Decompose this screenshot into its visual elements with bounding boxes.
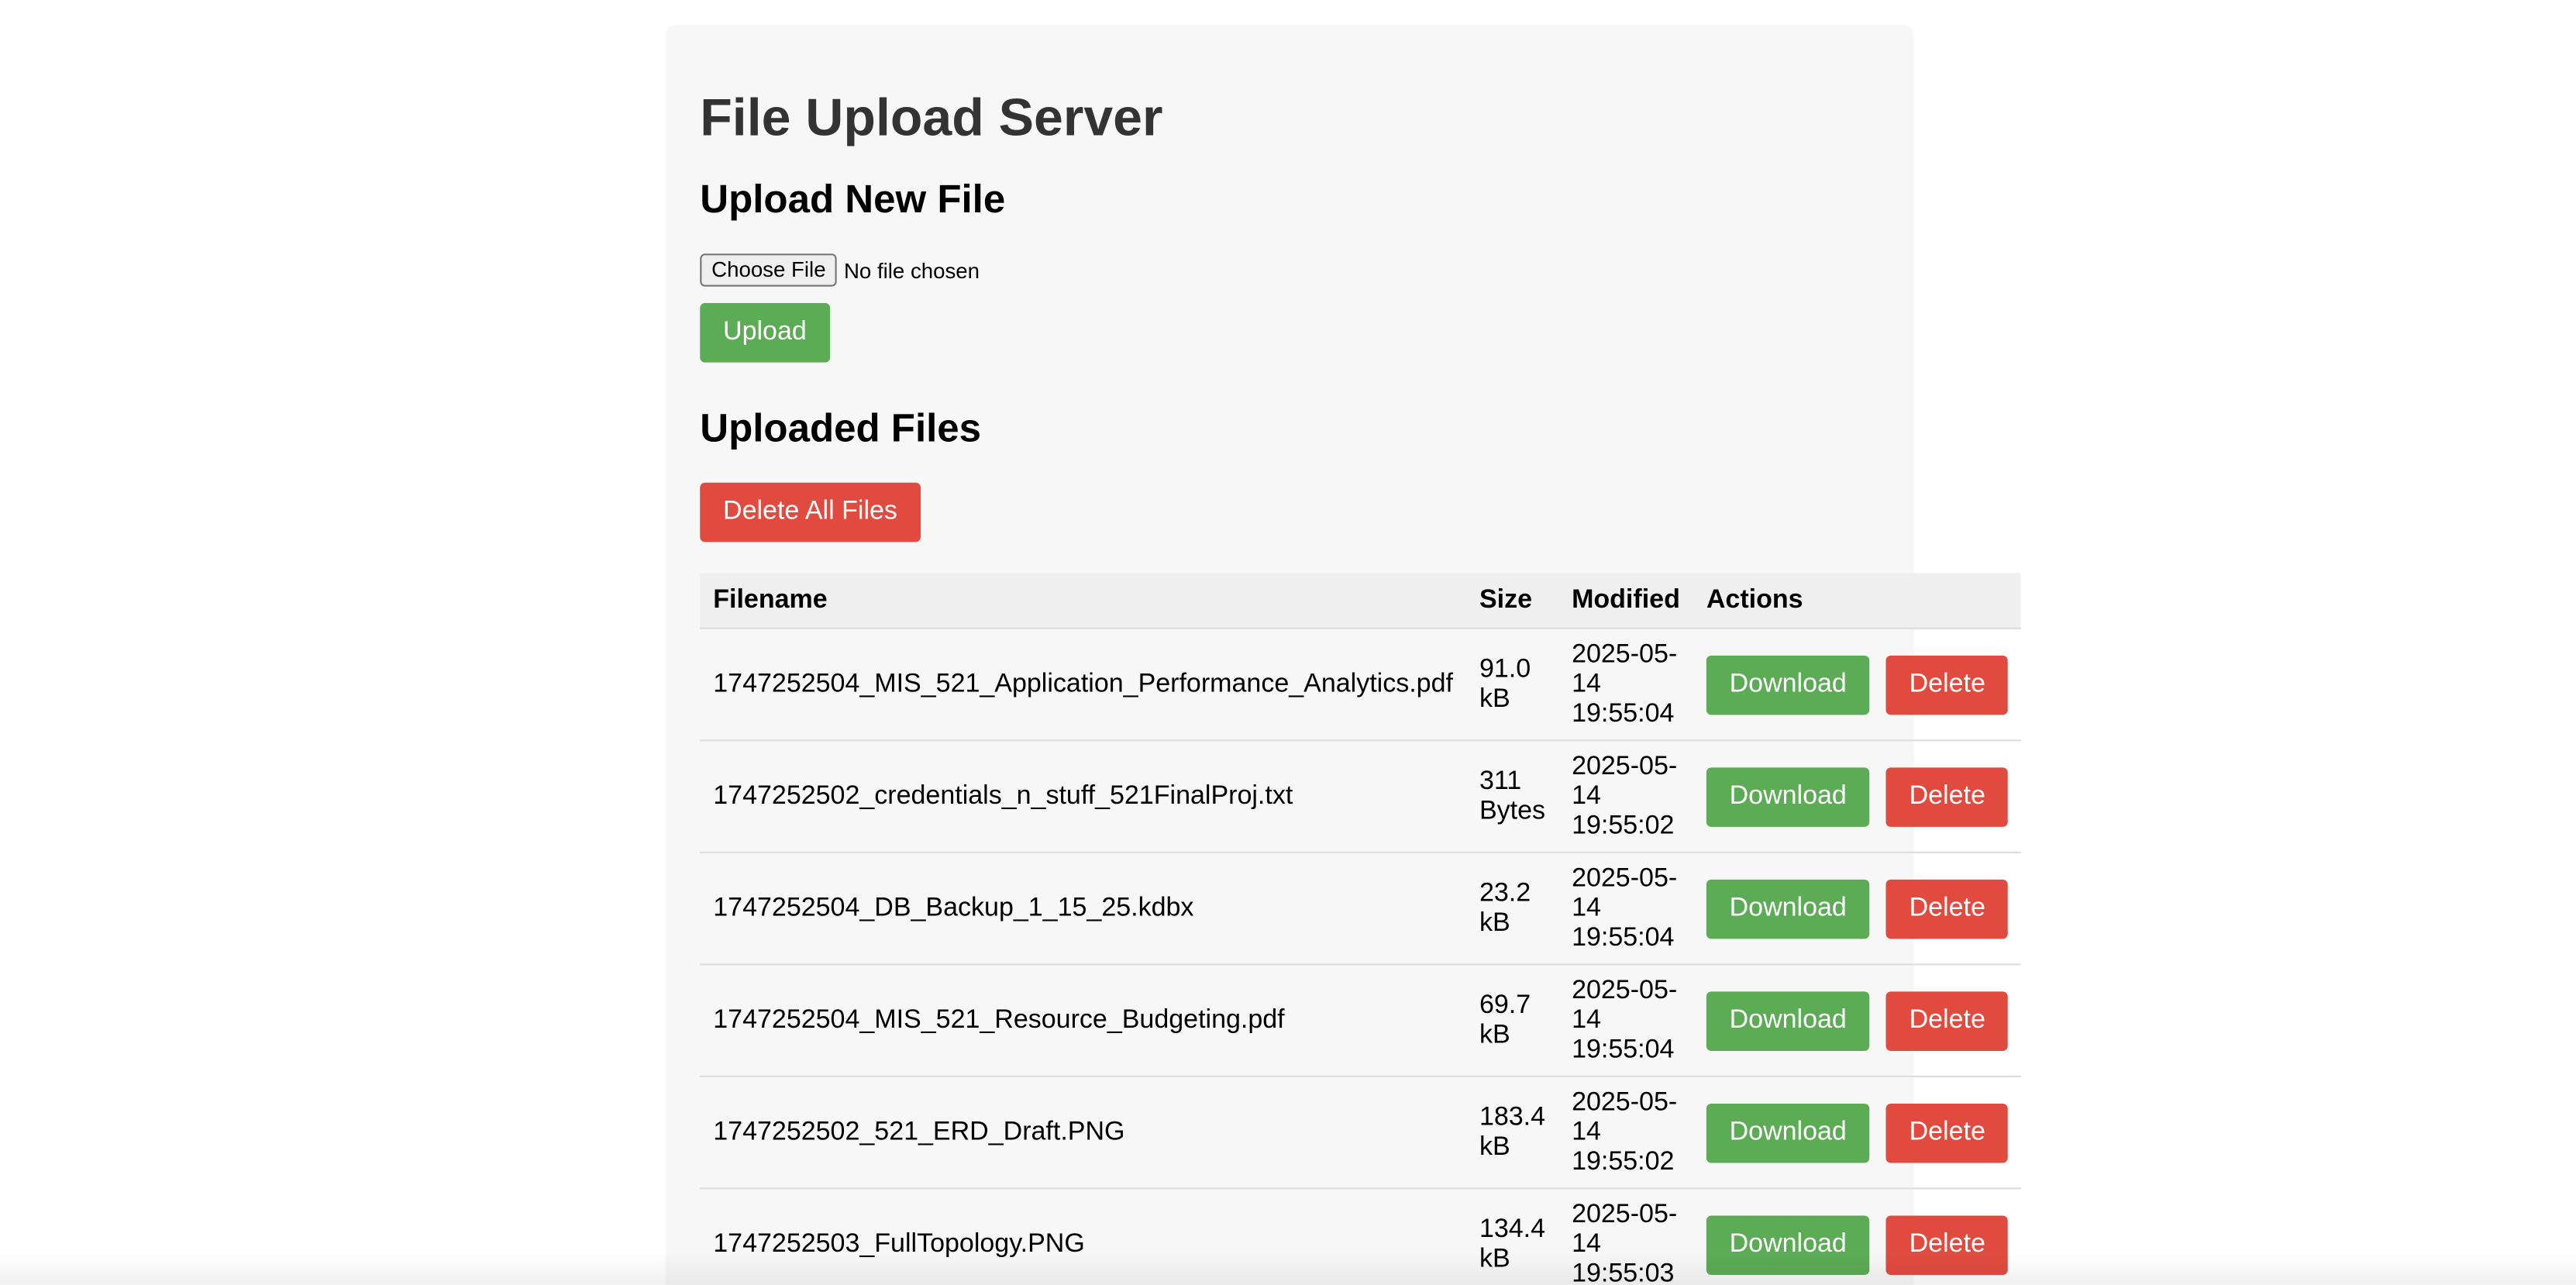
file-name: 1747252502_521_ERD_Draft.PNG bbox=[700, 1076, 1466, 1190]
delete-button[interactable]: Delete bbox=[1886, 878, 2009, 939]
main-panel: File Upload Server Upload New File Choos… bbox=[665, 24, 2022, 1285]
table-row: 1747252504_MIS_521_Resource_Budgeting.pd… bbox=[700, 964, 2022, 1077]
download-button[interactable]: Download bbox=[1706, 878, 1870, 939]
table-header-row: Filename Size Modified Actions bbox=[700, 573, 2022, 629]
file-actions: Download Delete bbox=[1693, 852, 2022, 966]
file-size: 183.4 kB bbox=[1465, 1076, 1559, 1190]
file-actions: Download Delete bbox=[1693, 1076, 2022, 1190]
file-modified: 2025-05-14 19:55:02 bbox=[1558, 1076, 1693, 1190]
file-name: 1747252504_MIS_521_Application_Performan… bbox=[700, 628, 1466, 742]
delete-button[interactable]: Delete bbox=[1886, 1102, 2009, 1163]
file-size: 91.0 kB bbox=[1465, 628, 1559, 742]
uploaded-files-heading: Uploaded Files bbox=[700, 406, 982, 452]
upload-heading: Upload New File bbox=[700, 177, 1006, 222]
file-modified: 2025-05-14 19:55:04 bbox=[1558, 964, 1693, 1077]
file-modified: 2025-05-14 19:55:02 bbox=[1558, 740, 1693, 853]
table-row: 1747252504_MIS_521_Application_Performan… bbox=[700, 628, 2022, 742]
download-button[interactable]: Download bbox=[1706, 767, 1870, 826]
download-button[interactable]: Download bbox=[1706, 1214, 1870, 1274]
table-row: 1747252502_521_ERD_Draft.PNG 183.4 kB 20… bbox=[700, 1076, 2022, 1190]
delete-button[interactable]: Delete bbox=[1886, 1214, 2009, 1274]
table-row: 1747252502_credentials_n_stuff_521FinalP… bbox=[700, 740, 2022, 853]
page: File Upload Server Upload New File Choos… bbox=[0, 0, 2576, 1285]
file-actions: Download Delete bbox=[1693, 964, 2022, 1077]
download-button[interactable]: Download bbox=[1706, 1102, 1870, 1163]
no-file-chosen-text: No file chosen bbox=[843, 257, 980, 283]
file-name: 1747252504_MIS_521_Resource_Budgeting.pd… bbox=[700, 964, 1466, 1077]
header-size: Size bbox=[1465, 573, 1559, 629]
header-filename: Filename bbox=[700, 573, 1466, 629]
table-row: 1747252504_DB_Backup_1_15_25.kdbx 23.2 k… bbox=[700, 852, 2022, 966]
file-input: Choose File No file chosen bbox=[700, 253, 980, 287]
page-title: File Upload Server bbox=[700, 87, 1163, 147]
file-name: 1747252502_credentials_n_stuff_521FinalP… bbox=[700, 740, 1466, 853]
delete-button[interactable]: Delete bbox=[1886, 654, 2009, 715]
file-actions: Download Delete bbox=[1693, 628, 2022, 742]
delete-all-files-button[interactable]: Delete All Files bbox=[700, 482, 921, 543]
delete-button[interactable]: Delete bbox=[1886, 767, 2009, 826]
file-modified: 2025-05-14 19:55:03 bbox=[1558, 1188, 1693, 1285]
upload-button[interactable]: Upload bbox=[700, 303, 830, 363]
download-button[interactable]: Download bbox=[1706, 654, 1870, 715]
file-modified: 2025-05-14 19:55:04 bbox=[1558, 852, 1693, 966]
header-modified: Modified bbox=[1558, 573, 1693, 629]
choose-file-button[interactable]: Choose File bbox=[700, 253, 838, 287]
delete-button[interactable]: Delete bbox=[1886, 990, 2009, 1050]
files-table: Filename Size Modified Actions 174725250… bbox=[700, 573, 2022, 1285]
file-size: 311 Bytes bbox=[1465, 740, 1559, 853]
header-actions: Actions bbox=[1693, 573, 2022, 629]
file-actions: Download Delete bbox=[1693, 1188, 2022, 1285]
file-name: 1747252503_FullTopology.PNG bbox=[700, 1188, 1466, 1285]
file-size: 134.4 kB bbox=[1465, 1188, 1559, 1285]
file-size: 69.7 kB bbox=[1465, 964, 1559, 1077]
file-actions: Download Delete bbox=[1693, 740, 2022, 853]
table-row: 1747252503_FullTopology.PNG 134.4 kB 202… bbox=[700, 1188, 2022, 1285]
file-size: 23.2 kB bbox=[1465, 852, 1559, 966]
file-modified: 2025-05-14 19:55:04 bbox=[1558, 628, 1693, 742]
download-button[interactable]: Download bbox=[1706, 990, 1870, 1050]
file-name: 1747252504_DB_Backup_1_15_25.kdbx bbox=[700, 852, 1466, 966]
